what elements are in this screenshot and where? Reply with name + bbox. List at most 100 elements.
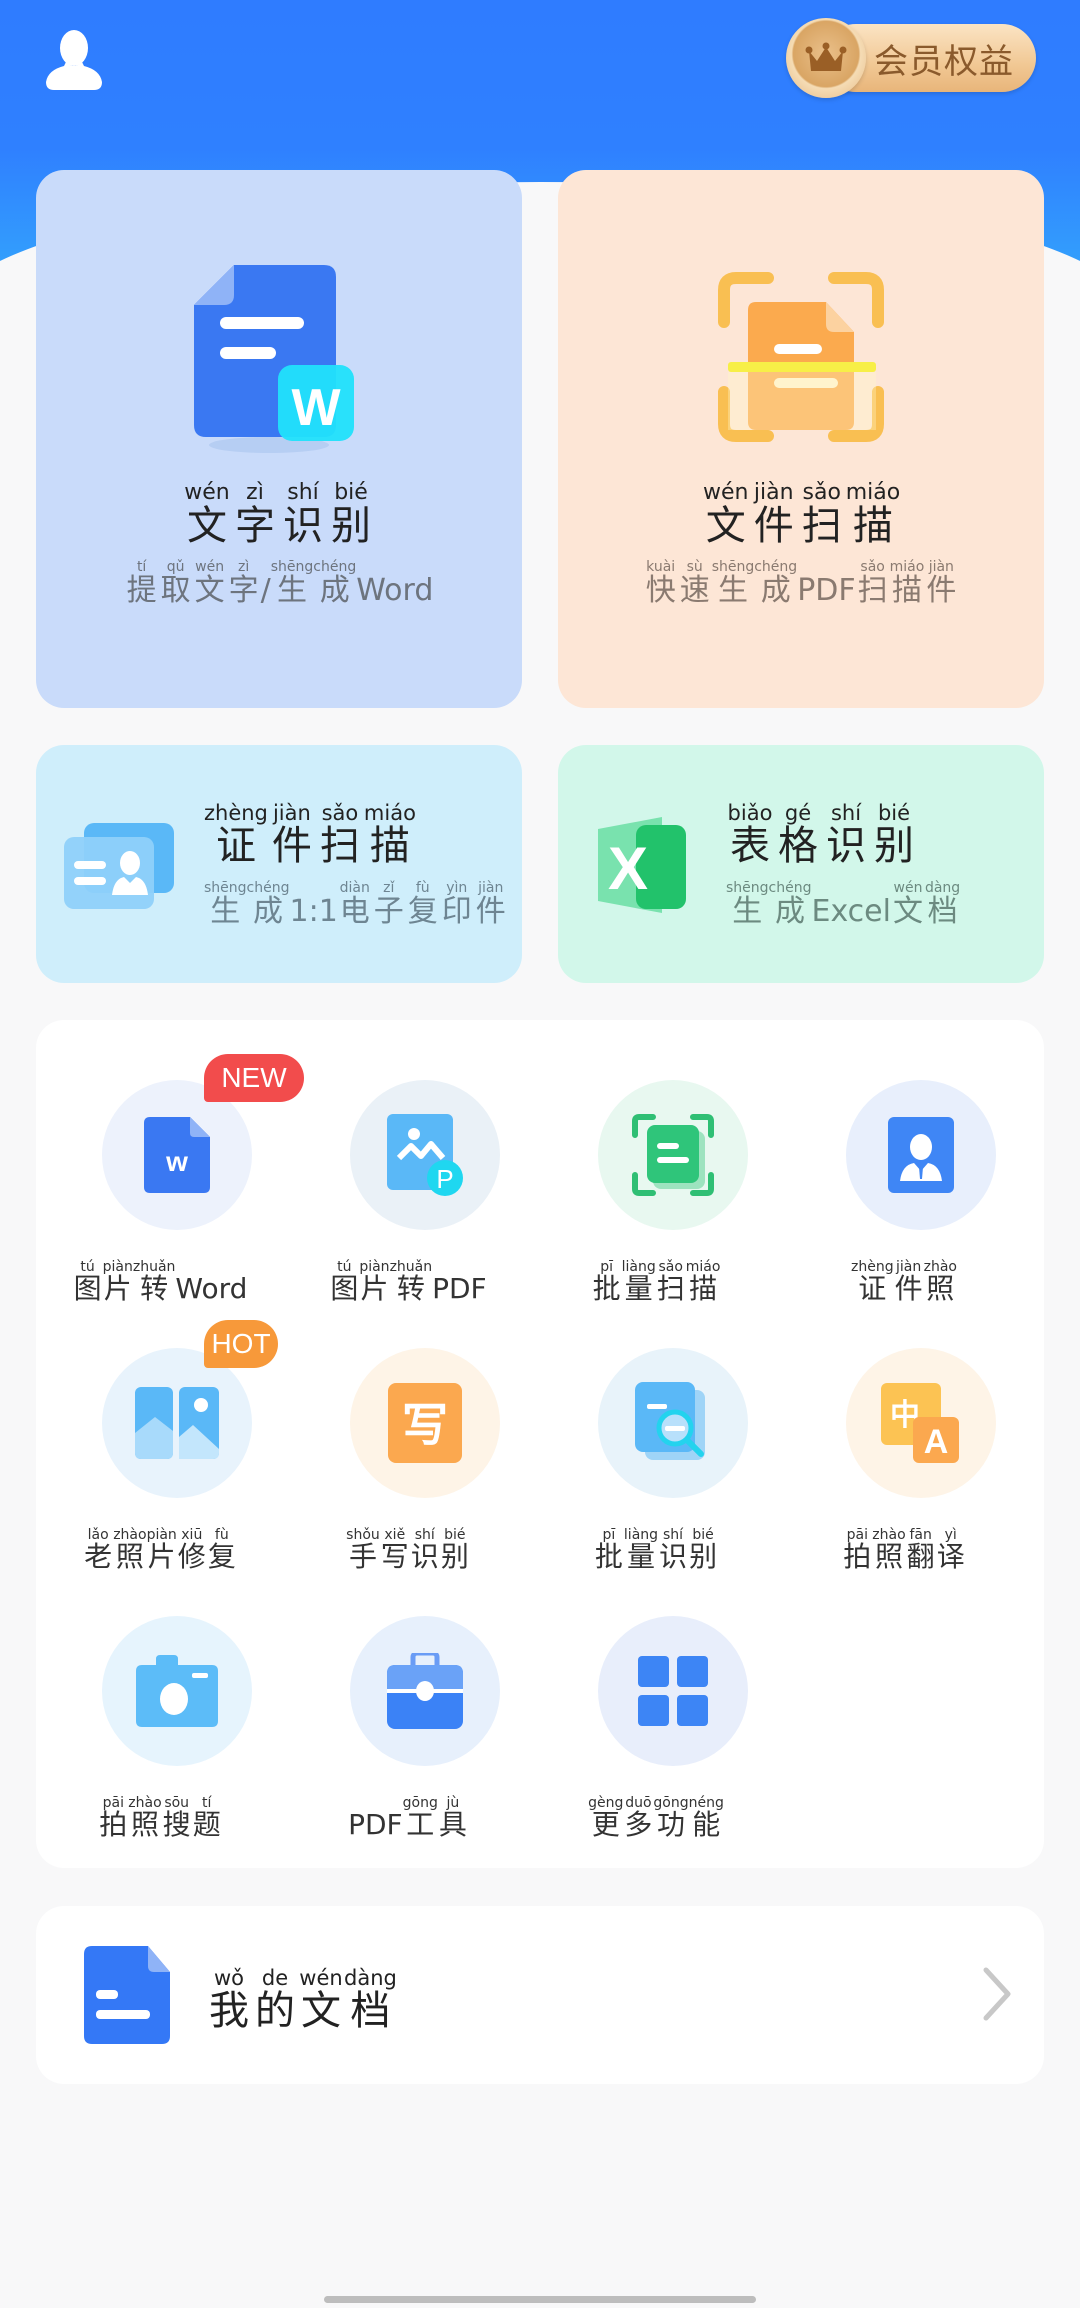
batch-recognition-icon [598, 1348, 748, 1498]
pinyin: zhèng [204, 801, 268, 825]
toolbox-icon [350, 1616, 500, 1766]
hanzi: 更 [591, 1808, 620, 1841]
pinyin: miáo [363, 801, 416, 825]
pinyin: shí [287, 480, 319, 505]
ruby-char: yì 译 [936, 1528, 966, 1573]
tool-handwriting-recognition[interactable]: 写 shǒu 手 xiě 写 shí 识 bié 别 [284, 1288, 532, 1572]
pinyin: jiàn [928, 559, 954, 575]
user-profile-button[interactable] [44, 28, 104, 90]
svg-text:写: 写 [402, 1398, 448, 1452]
ruby-char: gé 格 [774, 801, 822, 869]
ruby-char: dàng 档 [925, 881, 960, 928]
translate-icon: 中 A [846, 1348, 996, 1498]
tool-photo-translate[interactable]: 中 A pāi 拍 zhào 照 fān 翻 yì 译 [780, 1288, 1028, 1572]
hanzi: 件 [271, 823, 312, 869]
pinyin: miáo [845, 480, 901, 505]
pinyin: yìn [446, 880, 468, 896]
pinyin: chéng [313, 559, 357, 575]
tool-id-photo[interactable]: zhèng 证 jiàn 件 zhào 照 [780, 1020, 1028, 1304]
ruby-char: sǎo 扫 [316, 803, 364, 869]
camera-icon [102, 1616, 252, 1766]
crown-icon [786, 18, 866, 98]
pinyin: sǎo [802, 480, 841, 505]
hanzi: 工 [406, 1808, 435, 1841]
tool-image-to-word[interactable]: w NEW tú 图 piàn 片 zhuǎn 转 Word [36, 1020, 304, 1304]
ruby-char: kuài 快 [644, 560, 678, 607]
hanzi: 提 [126, 573, 157, 608]
home-indicator[interactable] [324, 2296, 756, 2303]
card-subtitle: kuài 快 sù 速 shēng 生 chéng 成 PDF sǎo 扫 miáo 描 jiàn 件 [558, 560, 1044, 607]
pinyin: shēng [726, 880, 769, 896]
hanzi: 描 [891, 573, 922, 608]
hanzi: 文 [194, 573, 225, 608]
hanzi: 别 [874, 823, 914, 869]
tool-batch-recognition[interactable]: pī 批 liàng 量 shí 识 bié 别 [532, 1288, 780, 1572]
hanzi: 复 [407, 894, 438, 929]
ruby-char: sù 速 [678, 560, 712, 607]
pinyin: sù [686, 559, 703, 575]
ruby-char: chéng 成 [754, 560, 797, 607]
my-documents-button[interactable]: wǒ 我 de 的 wén 文 dàng 档 [36, 1906, 1044, 2084]
ruby-char: zǐ 子 [372, 881, 406, 928]
pinyin: jiàn [478, 880, 504, 896]
card-title: wén 文 jiàn 件 sǎo 扫 miáo 描 [558, 480, 1044, 549]
hanzi: 表 [730, 823, 770, 869]
latin-text: 1:1 [289, 894, 338, 929]
pinyin: dàng [344, 1966, 397, 1990]
card-subtitle: shēng 生 chéng 成 1:1 diàn 电 zǐ 子 fù 复 yìn 印 jiàn 件 [204, 881, 508, 928]
svg-text:W: W [291, 379, 341, 437]
id-photo-icon [846, 1080, 996, 1230]
pinyin: shēng [204, 880, 247, 896]
hanzi: 档 [927, 894, 958, 929]
hanzi: 翻 [906, 1540, 935, 1573]
svg-text:A: A [924, 1423, 949, 1461]
hanzi: 文 [892, 894, 923, 929]
ruby-char: chéng 成 [247, 881, 290, 928]
tool-batch-scan[interactable]: pī 批 liàng 量 sǎo 扫 miáo 描 [532, 1020, 780, 1304]
ruby-char: chéng 成 [313, 560, 356, 607]
ruby-char: wén 文 [891, 881, 925, 928]
tool-pdf-tools[interactable]: PDF gōng 工 jù 具 [284, 1556, 532, 1840]
pinyin: zǐ [383, 880, 395, 896]
ruby-char: jiàn 件 [474, 881, 508, 928]
text-recognition-card[interactable]: W wén 文 zì 字 shí 识 bié 别 tí 提 qǔ 取 wén 文 zì 字 / shēng 生 ch… [36, 170, 522, 708]
hanzi: 生 [732, 894, 763, 929]
card-subtitle: tí 提 qǔ 取 wén 文 zì 字 / shēng 生 chéng 成 Word [36, 560, 522, 607]
hanzi: 字 [235, 503, 275, 549]
hanzi: 速 [679, 573, 710, 608]
hanzi: 证 [215, 823, 256, 869]
hanzi: 成 [775, 894, 806, 929]
svg-text:P: P [436, 1164, 453, 1194]
hanzi: 译 [936, 1540, 965, 1573]
ruby-char: sōu 搜 [162, 1796, 192, 1841]
vip-benefits-button[interactable]: 会员权益 [786, 18, 1042, 98]
tool-photo-search-question[interactable]: pāi 拍 zhào 照 sōu 搜 tí 题 [36, 1556, 284, 1840]
pinyin: gé [784, 801, 812, 825]
ruby-char: jiàn 件 [924, 560, 958, 607]
batch-scan-icon [598, 1080, 748, 1230]
document-scan-icon [716, 272, 886, 446]
hanzi: 的 [255, 1988, 295, 2034]
ruby-char: tí 提 [125, 560, 159, 607]
id-scan-card[interactable]: zhèng 证 jiàn 件 sǎo 扫 miáo 描 shēng 生 chéng 成 1:1 diàn… [36, 745, 522, 983]
ruby-char: miáo 描 [845, 480, 901, 549]
tool-label: gèng 更 duō 多 gōng 功 néng 能 [532, 1796, 780, 1841]
pinyin: chéng [754, 559, 798, 575]
pinyin: fù [415, 880, 430, 896]
image-to-word-icon: w [102, 1080, 252, 1230]
tool-more-features[interactable]: gèng 更 duō 多 gōng 功 néng 能 [532, 1556, 780, 1840]
file-scan-card[interactable]: wén 文 jiàn 件 sǎo 扫 miáo 描 kuài 快 sù 速 shēng 生 chéng 成 P… [558, 170, 1044, 708]
table-recognition-card[interactable]: X biǎo 表 gé 格 shí 识 bié 别 shēng 生 chéng 成 Excel wén 文… [558, 745, 1044, 983]
tools-panel: w NEW tú 图 piàn 片 zhuǎn 转 Word P tú 图 piàn 片 zhuǎn… [36, 1020, 1044, 1868]
tool-image-to-pdf[interactable]: P tú 图 piàn 片 zhuǎn 转 PDF [284, 1020, 532, 1304]
pinyin: chéng [246, 880, 290, 896]
ruby-char: shēng 生 [726, 881, 769, 928]
tool-old-photo-restore[interactable]: HOT lǎo 老 zhào 照 piàn 片 xiū 修 fù 复 [36, 1288, 284, 1572]
ruby-char: shēng 生 [204, 881, 247, 928]
pinyin: tí [136, 559, 147, 575]
ruby-char: duō 多 [623, 1796, 653, 1841]
ruby-char: gōng 工 [403, 1796, 438, 1841]
document-icon [84, 1946, 170, 2048]
latin-text: Word [356, 573, 434, 608]
hanzi: 文 [705, 503, 746, 549]
